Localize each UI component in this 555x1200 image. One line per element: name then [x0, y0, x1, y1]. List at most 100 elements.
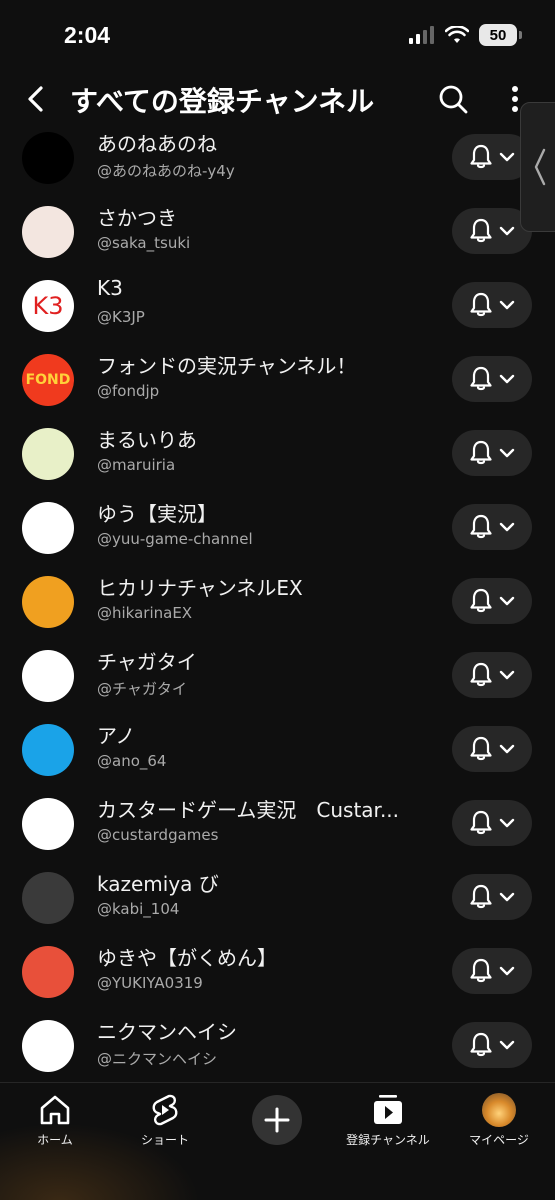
nav-subscriptions[interactable]: 登録チャンネル — [333, 1093, 443, 1153]
bell-icon — [470, 736, 492, 761]
page-title: すべての登録チャンネル — [70, 85, 375, 118]
back-button[interactable] — [18, 81, 54, 117]
notification-settings-button[interactable] — [452, 948, 532, 994]
profile-avatar — [482, 1093, 516, 1127]
channel-name[interactable]: K3 — [97, 276, 123, 300]
bell-icon — [470, 514, 492, 539]
channel-row[interactable]: ゆきや【がくめん】 @YUKIYA0319 — [0, 934, 555, 1008]
notification-settings-button[interactable] — [452, 578, 532, 624]
channel-name[interactable]: あのねあのね — [97, 128, 217, 157]
bell-icon — [470, 958, 492, 983]
nav-you[interactable]: マイページ — [444, 1093, 554, 1153]
channel-row[interactable]: さかつき @saka_tsuki — [0, 194, 555, 268]
channel-avatar[interactable] — [22, 132, 74, 184]
channel-name[interactable]: カスタードゲーム実況 Custar... — [97, 794, 399, 823]
channel-row[interactable]: まるいりあ @maruiria — [0, 416, 555, 490]
chevron-down-icon — [499, 300, 515, 310]
channel-row[interactable]: K3 K3 @K3JP — [0, 268, 555, 342]
chevron-down-icon — [499, 818, 515, 828]
channel-avatar[interactable] — [22, 650, 74, 702]
channel-avatar[interactable] — [22, 206, 74, 258]
channel-avatar[interactable] — [22, 724, 74, 776]
bell-icon — [470, 662, 492, 687]
bell-icon — [470, 366, 492, 391]
wifi-icon — [445, 26, 469, 43]
notification-settings-button[interactable] — [452, 1022, 532, 1068]
notification-settings-button[interactable] — [452, 504, 532, 550]
chevron-left-icon — [534, 148, 546, 186]
channel-name[interactable]: チャガタイ — [97, 646, 197, 675]
battery-indicator: 50 — [479, 24, 522, 46]
channel-name[interactable]: まるいりあ — [97, 424, 197, 453]
nav-home-label: ホーム — [37, 1133, 73, 1147]
notification-settings-button[interactable] — [452, 652, 532, 698]
channel-row[interactable]: ゆう【実況】 @yuu-game-channel — [0, 490, 555, 564]
channel-row[interactable]: ニクマンヘイシ @ニクマンヘイシ — [0, 1008, 555, 1082]
channel-avatar[interactable] — [22, 428, 74, 480]
channel-name[interactable]: ニクマンヘイシ — [97, 1016, 237, 1045]
notification-settings-button[interactable] — [452, 282, 532, 328]
channel-name[interactable]: フォンドの実況チャンネル！ — [97, 350, 356, 379]
chevron-down-icon — [499, 522, 515, 532]
notification-settings-button[interactable] — [452, 430, 532, 476]
nav-home[interactable]: ホーム — [0, 1093, 110, 1153]
channel-row[interactable]: あのねあのね @あのねあのね-y4y — [0, 120, 555, 194]
channel-avatar[interactable] — [22, 576, 74, 628]
channel-handle: @kabi_104 — [97, 900, 180, 918]
notification-settings-button[interactable] — [452, 726, 532, 772]
bell-icon — [470, 440, 492, 465]
notification-settings-button[interactable] — [452, 356, 532, 402]
channel-row[interactable]: FOND フォンドの実況チャンネル！ @fondjp — [0, 342, 555, 416]
channel-avatar[interactable] — [22, 798, 74, 850]
bottom-nav: ホーム ショート 登録チャンネル マイページ — [0, 1082, 555, 1200]
notification-settings-button[interactable] — [452, 874, 532, 920]
side-panel-handle[interactable] — [520, 102, 555, 232]
chevron-down-icon — [499, 670, 515, 680]
channel-name[interactable]: さかつき — [97, 202, 177, 231]
notification-settings-button[interactable] — [452, 800, 532, 846]
channel-handle: @YUKIYA0319 — [97, 974, 203, 992]
channel-row[interactable]: チャガタイ @チャガタイ — [0, 638, 555, 712]
channel-avatar[interactable] — [22, 946, 74, 998]
channel-name[interactable]: kazemiya び — [97, 868, 219, 897]
bell-icon — [470, 144, 492, 169]
channel-avatar[interactable] — [22, 872, 74, 924]
channel-handle: @ニクマンヘイシ — [97, 1050, 218, 1068]
more-vert-icon — [512, 86, 518, 112]
search-icon — [439, 85, 468, 114]
channel-name[interactable]: アノ — [97, 720, 135, 749]
channel-avatar[interactable]: K3 — [22, 280, 74, 332]
chevron-down-icon — [499, 744, 515, 754]
channel-avatar[interactable] — [22, 1020, 74, 1072]
status-icons: 50 — [409, 24, 522, 46]
chevron-down-icon — [499, 892, 515, 902]
create-button[interactable] — [252, 1095, 302, 1145]
channel-avatar[interactable] — [22, 502, 74, 554]
chevron-down-icon — [499, 448, 515, 458]
search-button[interactable] — [434, 80, 472, 118]
channel-row[interactable]: kazemiya び @kabi_104 — [0, 860, 555, 934]
channel-avatar[interactable]: FOND — [22, 354, 74, 406]
channel-handle: @fondjp — [97, 382, 160, 400]
nav-you-label: マイページ — [469, 1133, 529, 1147]
status-time: 2:04 — [64, 22, 111, 48]
channel-handle: @あのねあのね-y4y — [97, 162, 235, 180]
bell-icon — [470, 588, 492, 613]
channel-name[interactable]: ゆきや【がくめん】 — [97, 942, 277, 971]
channel-row[interactable]: アノ @ano_64 — [0, 712, 555, 786]
chevron-down-icon — [499, 152, 515, 162]
bell-icon — [470, 218, 492, 243]
channel-name[interactable]: ゆう【実況】 — [97, 498, 217, 527]
nav-subscriptions-label: 登録チャンネル — [346, 1133, 430, 1147]
bell-icon — [470, 884, 492, 909]
channel-name[interactable]: ヒカリナチャンネルEX — [97, 572, 303, 601]
home-icon — [40, 1095, 70, 1125]
bell-icon — [470, 292, 492, 317]
channel-row[interactable]: カスタードゲーム実況 Custar... @custardgames — [0, 786, 555, 860]
nav-shorts-label: ショート — [140, 1133, 189, 1147]
chevron-down-icon — [499, 226, 515, 236]
channel-row[interactable]: ヒカリナチャンネルEX @hikarinaEX — [0, 564, 555, 638]
bell-icon — [470, 1032, 492, 1057]
nav-shorts[interactable]: ショート — [110, 1093, 220, 1153]
signal-icon — [409, 26, 434, 44]
